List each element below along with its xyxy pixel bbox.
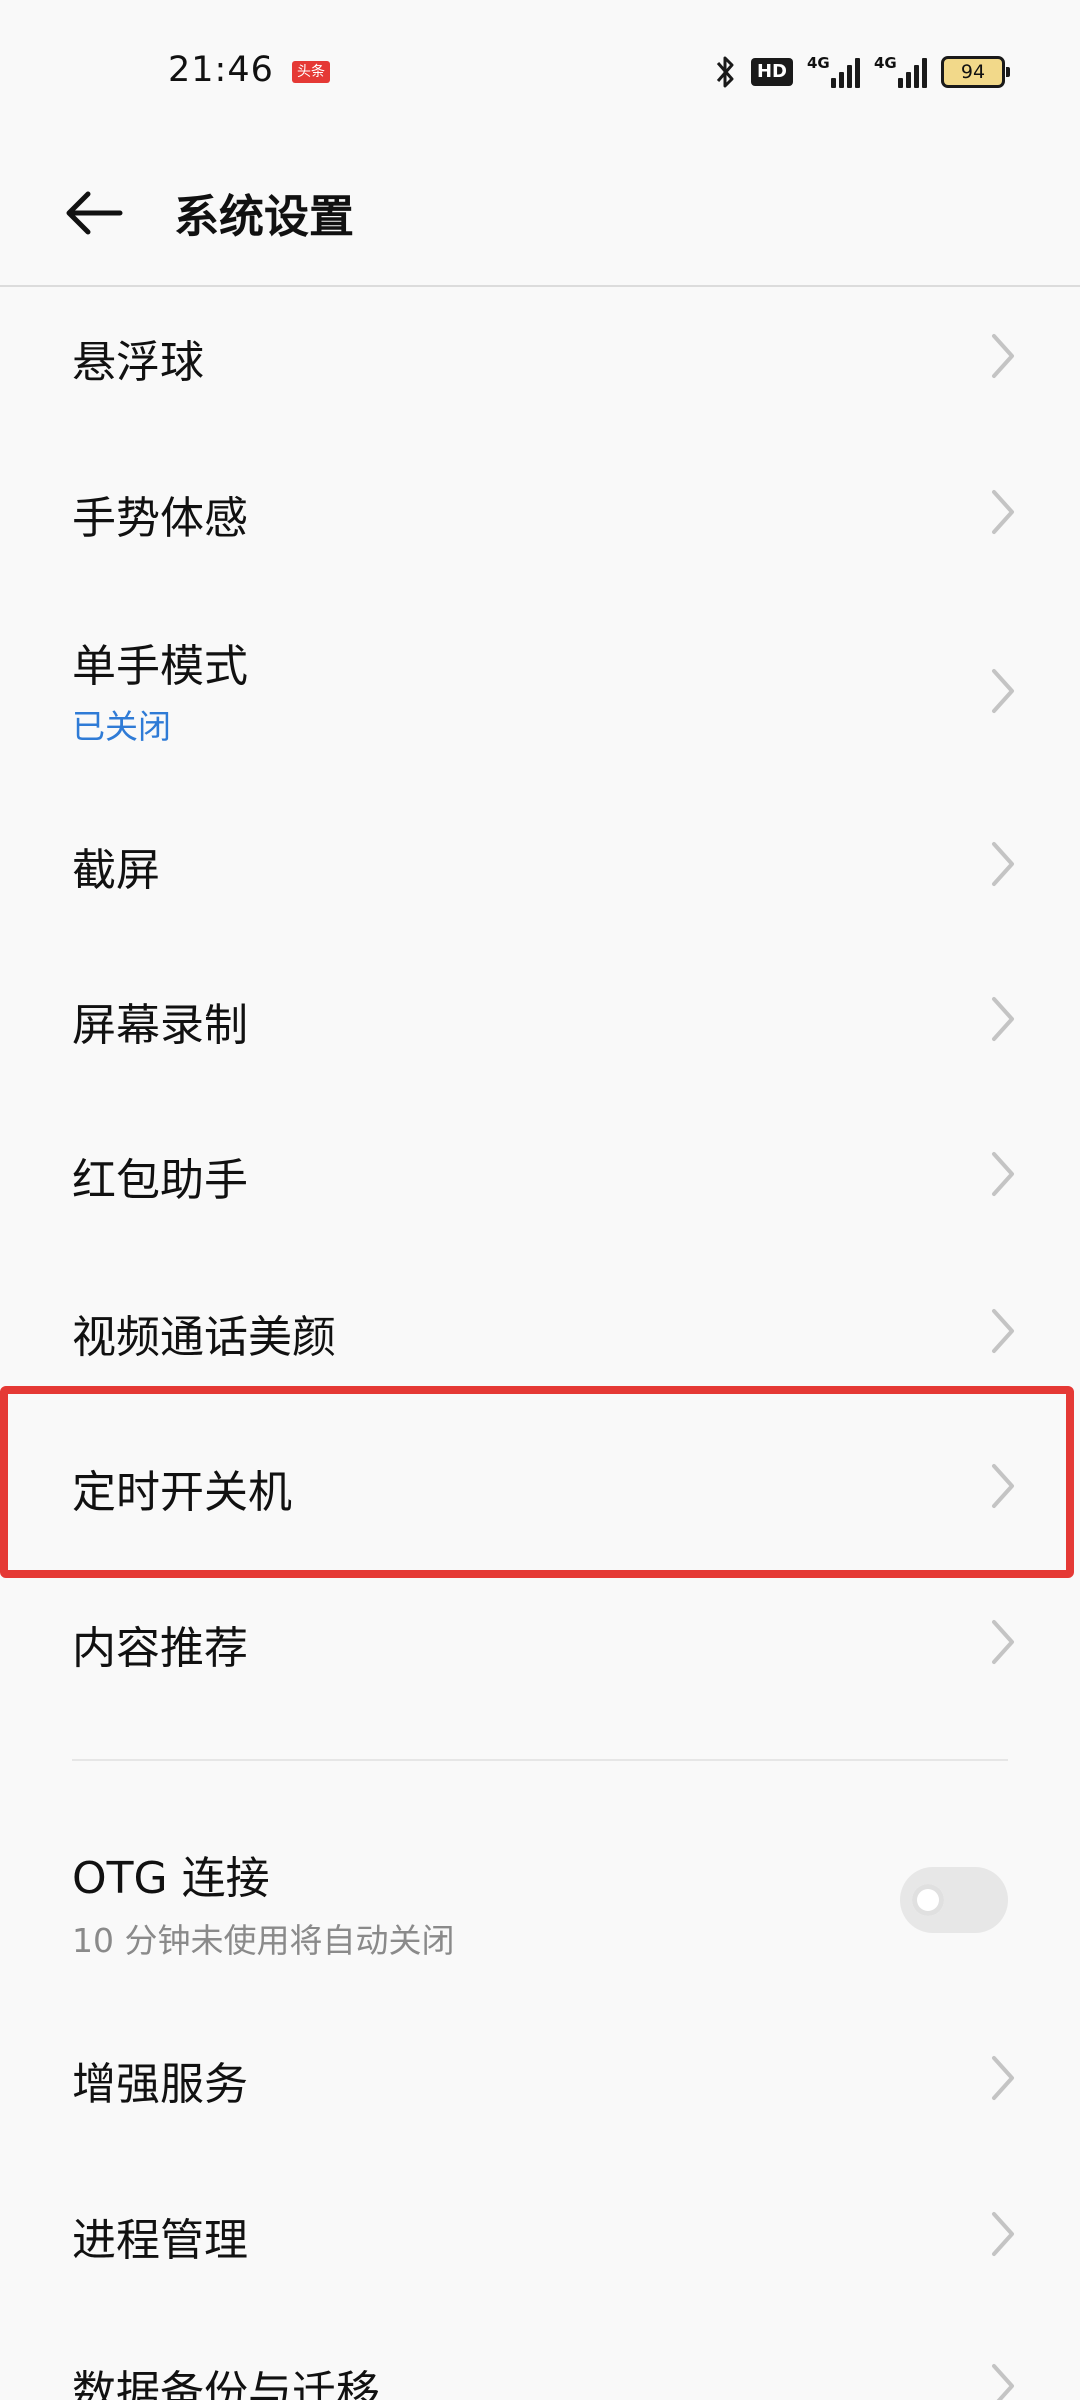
menu-item-label: 红包助手 <box>72 1155 248 1206</box>
hd-voice-icon: HD <box>750 58 793 86</box>
signal-bar <box>831 78 836 88</box>
menu-item-red-packet-assistant[interactable]: 红包助手 <box>0 1118 1080 1228</box>
menu-item-video-call-beauty[interactable]: 视频通话美颜 <box>0 1275 1080 1385</box>
signal-strength-icon: 4G <box>807 54 860 88</box>
menu-item-process-management[interactable]: 进程管理 <box>0 2178 1080 2288</box>
menu-item-floating-ball[interactable]: 悬浮球 <box>0 300 1080 410</box>
bluetooth-icon <box>716 56 734 88</box>
network-type-label: 4G <box>807 54 830 72</box>
status-icons: HD 4G 4G 94 <box>715 52 1010 92</box>
chevron-right-icon <box>992 842 1014 886</box>
menu-item-enhanced-services[interactable]: 增强服务 <box>0 2022 1080 2132</box>
signal-bar <box>847 65 852 88</box>
chevron-right-icon <box>992 1620 1014 1664</box>
menu-item-label: 进程管理 <box>72 2215 248 2266</box>
signal-bar <box>898 78 903 88</box>
battery-icon: 94 <box>941 56 1010 88</box>
menu-item-content-recommendation[interactable]: 内容推荐 <box>0 1586 1080 1696</box>
menu-item-screenshot[interactable]: 截屏 <box>0 808 1080 918</box>
chevron-right-icon <box>992 334 1014 378</box>
chevron-right-icon <box>992 2056 1014 2100</box>
signal-strength-icon: 4G <box>874 54 927 88</box>
menu-item-label: 单手模式 <box>72 641 248 692</box>
highlight-annotation-box <box>0 1386 1074 1578</box>
menu-item-label: OTG 连接 <box>72 1853 270 1904</box>
chevron-right-icon <box>992 669 1014 713</box>
chevron-right-icon <box>992 2364 1014 2400</box>
network-type-label: 4G <box>874 54 897 72</box>
menu-item-gestures[interactable]: 手势体感 <box>0 456 1080 566</box>
arrow-left-icon[interactable] <box>62 188 126 238</box>
chevron-right-icon <box>992 1309 1014 1353</box>
status-time: 21:46 <box>168 50 274 90</box>
chevron-right-icon <box>992 490 1014 534</box>
menu-item-label: 悬浮球 <box>72 337 204 388</box>
menu-item-otg[interactable]: OTG 连接 10 分钟未使用将自动关闭 <box>0 1820 1080 1980</box>
page-title: 系统设置 <box>174 190 355 243</box>
menu-item-label: 增强服务 <box>72 2059 248 2110</box>
menu-item-label: 内容推荐 <box>72 1623 248 1674</box>
signal-bar <box>914 65 919 88</box>
menu-item-label: 数据备份与迁移 <box>72 2367 380 2400</box>
status-bar: 21:46 头条 HD 4G 4G 94 <box>0 0 1080 140</box>
menu-item-one-hand-mode[interactable]: 单手模式 已关闭 <box>0 610 1080 770</box>
otg-toggle[interactable] <box>900 1867 1008 1933</box>
menu-item-data-backup[interactable]: 数据备份与迁移 <box>0 2330 1080 2400</box>
menu-item-label: 屏幕录制 <box>72 1000 248 1051</box>
menu-item-label: 手势体感 <box>72 493 248 544</box>
signal-bar <box>855 58 860 88</box>
menu-item-label: 截屏 <box>72 845 160 896</box>
menu-item-screen-recording[interactable]: 屏幕录制 <box>0 963 1080 1073</box>
chevron-right-icon <box>992 2212 1014 2256</box>
menu-item-label: 视频通话美颜 <box>72 1312 336 1363</box>
news-app-badge: 头条 <box>292 61 330 83</box>
toggle-knob <box>912 1884 944 1916</box>
chevron-right-icon <box>992 997 1014 1041</box>
signal-bar <box>839 72 844 88</box>
app-header: 系统设置 <box>0 140 1080 287</box>
signal-bar <box>906 72 911 88</box>
chevron-right-icon <box>992 1152 1014 1196</box>
status-text: 已关闭 <box>72 707 171 746</box>
signal-bar <box>922 58 927 88</box>
section-divider <box>72 1759 1008 1761</box>
otg-description: 10 分钟未使用将自动关闭 <box>72 1921 455 1960</box>
